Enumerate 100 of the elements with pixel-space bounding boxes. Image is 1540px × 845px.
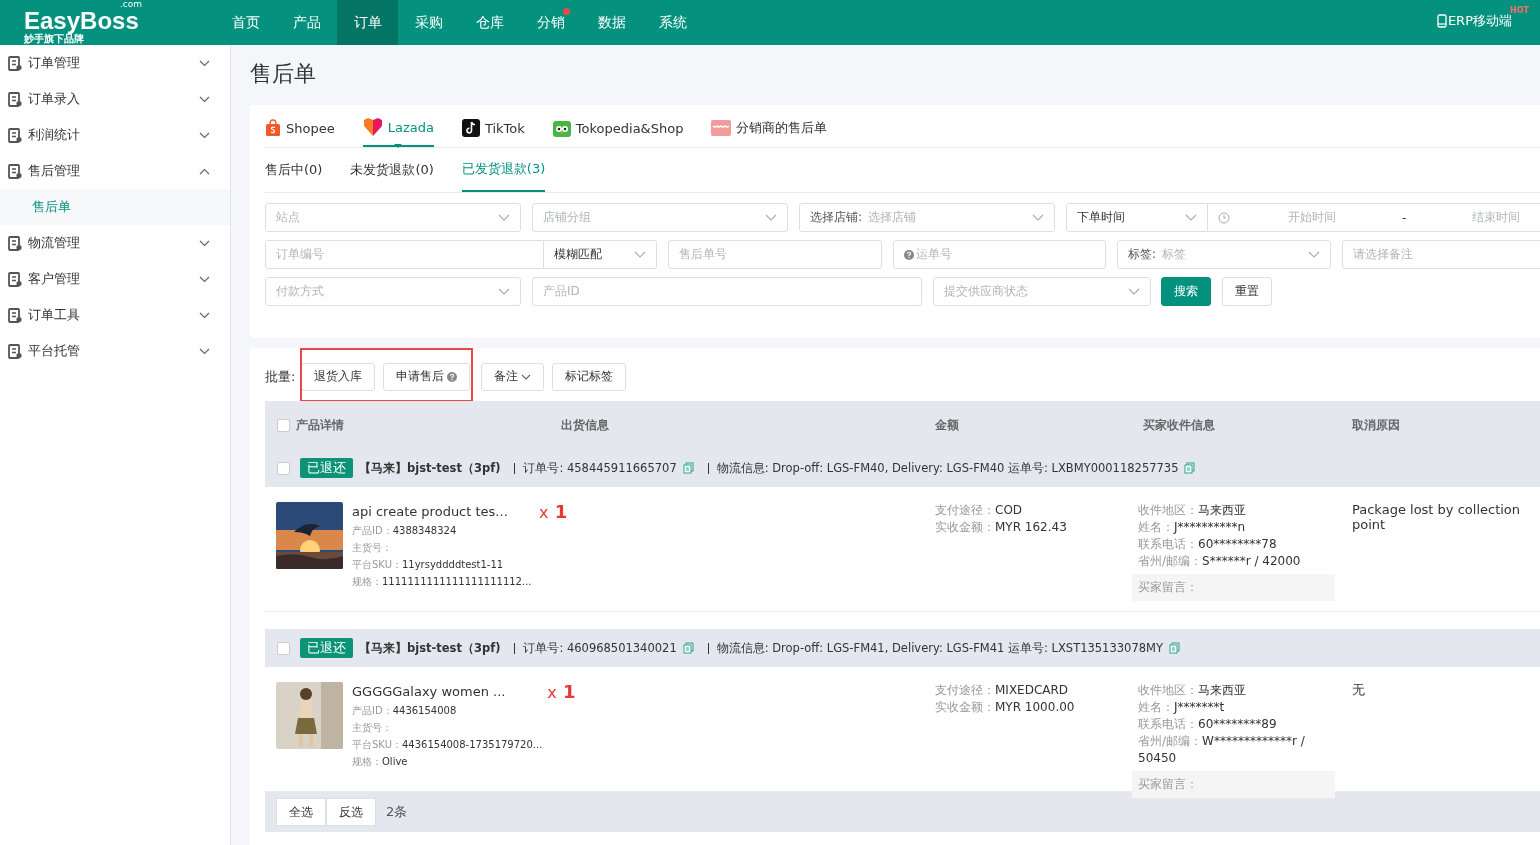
reset-button[interactable]: 重置: [1222, 277, 1272, 306]
column-header: 买家收件信息: [1143, 416, 1215, 434]
cancel-reason: Package lost by collection point: [1352, 502, 1522, 532]
music-note-icon: [461, 119, 480, 137]
select-button[interactable]: 反选: [326, 798, 376, 826]
status-badge: 已退还: [300, 638, 353, 658]
column-header: 产品详情: [296, 416, 344, 434]
chevron-down-icon: [199, 275, 210, 283]
product-title[interactable]: GGGGGalaxy women ...: [352, 684, 543, 699]
nav-tab[interactable]: 订单: [337, 0, 398, 45]
nav-tab[interactable]: 首页: [215, 0, 276, 45]
copy-icon[interactable]: [682, 462, 694, 474]
batch-button[interactable]: 标记标签: [552, 362, 627, 391]
select-button[interactable]: 全选: [276, 798, 326, 826]
platform-tab[interactable]: Shopee: [265, 107, 335, 147]
chevron-down-icon: [1307, 251, 1320, 258]
copy-icon[interactable]: [1168, 642, 1180, 654]
nav-tab[interactable]: 系统: [642, 0, 703, 45]
shopping-bag-icon: [265, 119, 281, 137]
checkbox[interactable]: [277, 461, 290, 475]
batch-button[interactable]: 退货入库: [301, 362, 376, 391]
chevron-down-icon: [765, 214, 777, 221]
amount-detail: 实收金额：MYR 1000.00: [935, 699, 1076, 716]
product-detail: 产品ID：4388348324: [352, 524, 458, 538]
order-number: 订单号: 458445911665707: [523, 460, 677, 476]
chevron-down-icon: [498, 214, 510, 221]
help-icon: [447, 371, 458, 382]
batch-button[interactable]: 申请售后: [383, 362, 471, 391]
chevron-down-icon: [521, 373, 532, 380]
amount-detail: 支付途径：COD: [935, 502, 1024, 519]
batch-button[interactable]: 备注: [481, 362, 545, 391]
document-icon: [8, 55, 22, 71]
chevron-down-icon: [1032, 214, 1044, 221]
product-title[interactable]: api create product tes...: [352, 504, 534, 519]
page-title: 售后单: [250, 60, 317, 88]
field-label: 标签:: [1128, 246, 1157, 263]
nav-tab[interactable]: 分销: [520, 0, 581, 45]
nav-tab[interactable]: 产品: [276, 0, 337, 45]
phone-icon: [1436, 14, 1447, 28]
quantity: x 1: [539, 502, 568, 524]
logistics-info: 物流信息: Drop-off: LGS-FM41, Delivery: LGS-FM41 运单号: LXST135133078MY: [716, 640, 1163, 656]
buyer-note: 买家留言：: [1132, 574, 1335, 601]
shop-name: 【马来】bjst-test（3pf): [359, 640, 501, 656]
copy-icon[interactable]: [682, 642, 694, 654]
status-tab[interactable]: 售后中(0): [265, 148, 323, 192]
product-detail: 规格：Olive: [352, 755, 409, 769]
document-icon: [8, 91, 22, 107]
chevron-down-icon: [1185, 214, 1197, 221]
buyer-note: 买家留言：: [1132, 771, 1335, 798]
chevron-down-icon: [498, 288, 510, 295]
status-tab[interactable]: 未发货退款(0): [350, 148, 434, 192]
platform-tab[interactable]: Lazada: [362, 107, 434, 147]
sidebar-subitem[interactable]: 售后单: [0, 189, 230, 225]
select-field[interactable]: 标签: 标签: [1117, 240, 1331, 269]
search-button[interactable]: 搜索: [1161, 277, 1211, 306]
copy-icon[interactable]: [1184, 462, 1196, 474]
platform-tab[interactable]: TikTok: [461, 107, 525, 147]
chevron-down-icon: [199, 59, 210, 67]
date-type-select[interactable]: 下单时间: [1066, 203, 1208, 232]
row-count: 2条: [386, 803, 408, 821]
platform-tab[interactable]: 分销商的售后单: [711, 107, 828, 147]
logo-text[interactable]: EasyBoss: [24, 9, 139, 33]
buyer-detail: 姓名：J*******t: [1138, 699, 1226, 716]
status-tab[interactable]: 已发货退款(3): [461, 148, 546, 192]
column-header: 金额: [935, 416, 959, 434]
buyer-detail: 省州/邮编：S******r / 42000: [1138, 553, 1302, 570]
document-icon: [8, 307, 22, 323]
help-icon: [903, 249, 914, 260]
product-detail: 平台SKU：4436154008-1735179720...: [352, 738, 543, 752]
buyer-detail: 省州/邮编：W*************r / 50450: [1138, 733, 1306, 767]
logistics-info: 物流信息: Drop-off: LGS-FM40, Delivery: LGS-FM40 运单号: LXBMY000118257735: [716, 460, 1179, 476]
checkbox[interactable]: [277, 641, 290, 655]
chevron-down-icon: [199, 347, 210, 355]
select-field[interactable]: 选择店铺: 选择店铺: [799, 203, 1055, 232]
buyer-detail: 姓名：J**********n: [1138, 519, 1247, 536]
amount-detail: 支付途径：MIXEDCARD: [935, 682, 1070, 699]
column-header: 出货信息: [561, 416, 609, 434]
platform-tab[interactable]: Tokopedia&Shop: [552, 107, 684, 147]
checkbox[interactable]: [277, 418, 290, 432]
chevron-down-icon: [199, 131, 210, 139]
hot-label: HOT: [1510, 6, 1529, 15]
chevron-down-icon: [1128, 288, 1140, 295]
chevron-up-icon: [199, 167, 210, 175]
clock-icon: [1218, 211, 1230, 224]
owl-icon: [552, 119, 571, 137]
date-range-field[interactable]: 开始时间 - 结束时间: [1208, 203, 1540, 232]
nav-tab[interactable]: 采购: [398, 0, 459, 45]
shop-name: 【马来】bjst-test（3pf): [359, 460, 501, 476]
match-select[interactable]: 模糊匹配: [544, 240, 657, 269]
document-icon: [8, 343, 22, 359]
product-detail: 主货号：: [352, 721, 393, 735]
buyer-detail: 联系电话：60********78: [1138, 536, 1278, 553]
column-header: 取消原因: [1352, 416, 1400, 434]
nav-tab[interactable]: 数据: [581, 0, 642, 45]
chevron-down-icon: [199, 311, 210, 319]
mobile-app-link[interactable]: ERP移动端: [1447, 12, 1512, 30]
product-detail: 规格：1111111111111111111112...: [352, 575, 533, 589]
nav-tab[interactable]: 仓库: [459, 0, 520, 45]
product-detail: 产品ID：4436154008: [352, 704, 458, 718]
buyer-detail: 收件地区：马来西亚: [1138, 502, 1247, 519]
